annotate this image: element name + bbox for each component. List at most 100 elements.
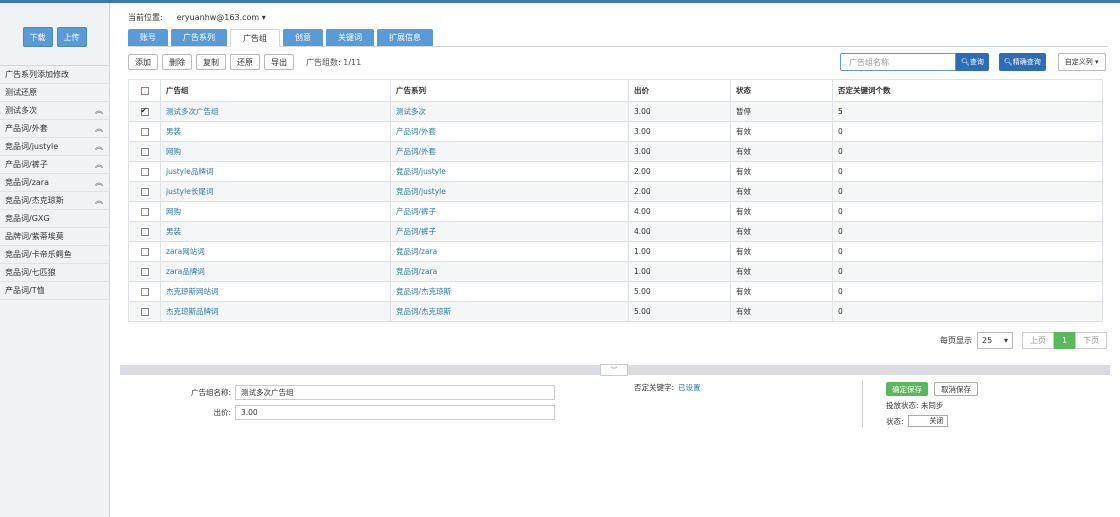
table-row[interactable]: 男装 产品词/外套 3.00 有效 0 bbox=[128, 121, 1103, 142]
chevron-up-double-icon[interactable]: ︽ bbox=[95, 177, 103, 188]
cell-campaign-text[interactable]: 产品词/外套 bbox=[396, 127, 436, 136]
sidebar-item[interactable]: 竞品词/GXG bbox=[0, 210, 109, 228]
cell-campaign-text[interactable]: 产品词/裤子 bbox=[396, 227, 436, 236]
col-bid[interactable]: 出价 bbox=[628, 79, 731, 102]
cell-adgroup[interactable]: 网购 bbox=[160, 201, 391, 222]
cell-campaign-text[interactable]: 竞品词/zara bbox=[396, 267, 437, 276]
col-status[interactable]: 状态 bbox=[730, 79, 833, 102]
cell-adgroup[interactable]: zara网站词 bbox=[160, 241, 391, 262]
cell-adgroup-text[interactable]: zara网站词 bbox=[166, 247, 205, 256]
cell-campaign-text[interactable]: 竞品词/justyle bbox=[396, 167, 446, 176]
cell-campaign-text[interactable]: 竞品词/杰克琼斯 bbox=[396, 307, 451, 316]
restore-button[interactable]: 还原 bbox=[230, 54, 260, 70]
cell-adgroup-text[interactable]: justyle长尾词 bbox=[166, 187, 213, 196]
row-checkbox[interactable] bbox=[140, 148, 149, 156]
cell-adgroup-text[interactable]: 男装 bbox=[166, 227, 181, 236]
status-toggle[interactable]: 关闭 bbox=[907, 415, 948, 427]
sidebar-item[interactable]: 产品词/外套 ︽ bbox=[0, 120, 109, 138]
sidebar-item[interactable]: 竞品词/卡帝乐鳄鱼 bbox=[0, 246, 109, 264]
row-checkbox-cell[interactable] bbox=[128, 101, 161, 122]
table-row[interactable]: 测试多次广告组 测试多次 3.00 暂停 5 bbox=[128, 101, 1103, 122]
cell-adgroup-text[interactable]: 杰克琼斯网站词 bbox=[166, 287, 219, 296]
sidebar-item[interactable]: 竞品词/justyle ︽ bbox=[0, 138, 109, 156]
cell-adgroup[interactable]: 网购 bbox=[160, 141, 391, 162]
cell-campaign[interactable]: 竞品词/zara bbox=[390, 241, 629, 262]
account-dropdown[interactable]: eryuanhw@163.com ▾ bbox=[177, 13, 266, 22]
cell-campaign[interactable]: 竞品词/justyle bbox=[390, 161, 629, 182]
cell-adgroup[interactable]: zara品牌词 bbox=[160, 261, 391, 282]
cell-campaign-text[interactable]: 竞品词/justyle bbox=[396, 187, 446, 196]
table-row[interactable]: 杰克琼斯品牌词 竞品词/杰克琼斯 5.00 有效 0 bbox=[128, 301, 1103, 322]
cell-adgroup-text[interactable]: 男装 bbox=[166, 127, 181, 136]
cell-campaign-text[interactable]: 测试多次 bbox=[396, 107, 426, 116]
cell-adgroup[interactable]: 男装 bbox=[160, 121, 391, 142]
precise-search-button[interactable]: 🔍︎ 精确查询 bbox=[998, 53, 1046, 71]
row-checkbox[interactable] bbox=[140, 228, 149, 236]
row-checkbox[interactable] bbox=[140, 168, 149, 176]
cell-adgroup[interactable]: justyle品牌词 bbox=[160, 161, 391, 182]
cell-campaign-text[interactable]: 产品词/外套 bbox=[396, 147, 436, 156]
download-button[interactable]: 下载 bbox=[22, 27, 53, 47]
col-campaign[interactable]: 广告系列 bbox=[390, 79, 629, 102]
add-button[interactable]: 添加 bbox=[128, 54, 158, 70]
row-checkbox-cell[interactable] bbox=[128, 281, 161, 302]
table-row[interactable]: zara网站词 竞品词/zara 1.00 有效 0 bbox=[128, 241, 1103, 262]
cell-adgroup[interactable]: 测试多次广告组 bbox=[160, 101, 391, 122]
table-row[interactable]: 网购 产品词/裤子 4.00 有效 0 bbox=[128, 201, 1103, 222]
cell-adgroup-text[interactable]: 杰克琼斯品牌词 bbox=[166, 307, 219, 316]
row-checkbox[interactable] bbox=[140, 208, 149, 216]
cell-adgroup-text[interactable]: 测试多次广告组 bbox=[166, 107, 219, 116]
row-checkbox[interactable] bbox=[140, 268, 149, 276]
current-page-button[interactable]: 1 bbox=[1054, 332, 1076, 349]
search-input[interactable]: 广告组名称 bbox=[840, 53, 956, 71]
select-all-checkbox-cell[interactable] bbox=[128, 79, 161, 102]
sidebar-item[interactable]: 产品词/T恤 bbox=[0, 282, 109, 300]
cell-campaign-text[interactable]: 产品词/裤子 bbox=[396, 207, 436, 216]
tab[interactable]: 广告系列 bbox=[171, 29, 227, 46]
chevron-down-icon[interactable]: ︾ bbox=[600, 364, 628, 376]
confirm-save-button[interactable]: 确定保存 bbox=[886, 382, 928, 396]
tab[interactable]: 广告组 bbox=[230, 29, 280, 47]
search-button[interactable]: 🔍︎ 查询 bbox=[956, 53, 989, 71]
cell-campaign[interactable]: 产品词/外套 bbox=[390, 141, 629, 162]
cancel-save-button[interactable]: 取消保存 bbox=[934, 382, 978, 396]
tab[interactable]: 关键词 bbox=[326, 29, 374, 46]
sidebar-item[interactable]: 测试多次 ︽ bbox=[0, 102, 109, 120]
row-checkbox-cell[interactable] bbox=[128, 141, 161, 162]
next-page-button[interactable]: 下页 bbox=[1075, 332, 1108, 349]
cell-campaign-text[interactable]: 竞品词/杰克琼斯 bbox=[396, 287, 451, 296]
sidebar-item[interactable]: 测试还原 bbox=[0, 84, 109, 102]
cell-campaign[interactable]: 产品词/裤子 bbox=[390, 201, 629, 222]
copy-button[interactable]: 复制 bbox=[196, 54, 226, 70]
cell-adgroup-text[interactable]: zara品牌词 bbox=[166, 267, 205, 276]
prev-page-button[interactable]: 上页 bbox=[1022, 332, 1054, 349]
sidebar-item[interactable]: 广告系列添加修改 bbox=[0, 66, 109, 84]
table-row[interactable]: justyle长尾词 竞品词/justyle 2.00 有效 0 bbox=[128, 181, 1103, 202]
cell-adgroup[interactable]: 杰克琼斯品牌词 bbox=[160, 301, 391, 322]
cell-campaign[interactable]: 测试多次 bbox=[390, 101, 629, 122]
cell-campaign[interactable]: 产品词/裤子 bbox=[390, 221, 629, 242]
negative-keywords-link[interactable]: 已设置 bbox=[678, 383, 701, 392]
row-checkbox-cell[interactable] bbox=[128, 241, 161, 262]
sidebar-item[interactable]: 竞品词/七匹狼 bbox=[0, 264, 109, 282]
upload-button[interactable]: 上传 bbox=[56, 27, 87, 47]
cell-adgroup[interactable]: justyle长尾词 bbox=[160, 181, 391, 202]
row-checkbox-cell[interactable] bbox=[128, 121, 161, 142]
tab[interactable]: 账号 bbox=[128, 29, 168, 46]
table-row[interactable]: zara品牌词 竞品词/zara 1.00 有效 0 bbox=[128, 261, 1103, 282]
col-adgroup[interactable]: 广告组 bbox=[160, 79, 391, 102]
table-row[interactable]: 男装 产品词/裤子 4.00 有效 0 bbox=[128, 221, 1103, 242]
col-negative-count[interactable]: 否定关键词个数 bbox=[832, 79, 1103, 102]
row-checkbox[interactable] bbox=[140, 128, 149, 136]
cell-campaign[interactable]: 竞品词/zara bbox=[390, 261, 629, 282]
row-checkbox[interactable] bbox=[140, 106, 149, 116]
panel-splitter[interactable]: ︾ bbox=[120, 364, 1110, 376]
row-checkbox[interactable] bbox=[140, 288, 149, 296]
sidebar-item[interactable]: 产品词/裤子 ︽ bbox=[0, 156, 109, 174]
row-checkbox-cell[interactable] bbox=[128, 221, 161, 242]
sidebar-item[interactable]: 竞品词/杰克琼斯 ︽ bbox=[0, 192, 109, 210]
cell-campaign[interactable]: 竞品词/杰克琼斯 bbox=[390, 301, 629, 322]
chevron-up-double-icon[interactable]: ︽ bbox=[95, 105, 103, 116]
row-checkbox-cell[interactable] bbox=[128, 261, 161, 282]
delete-button[interactable]: 删除 bbox=[162, 54, 192, 70]
